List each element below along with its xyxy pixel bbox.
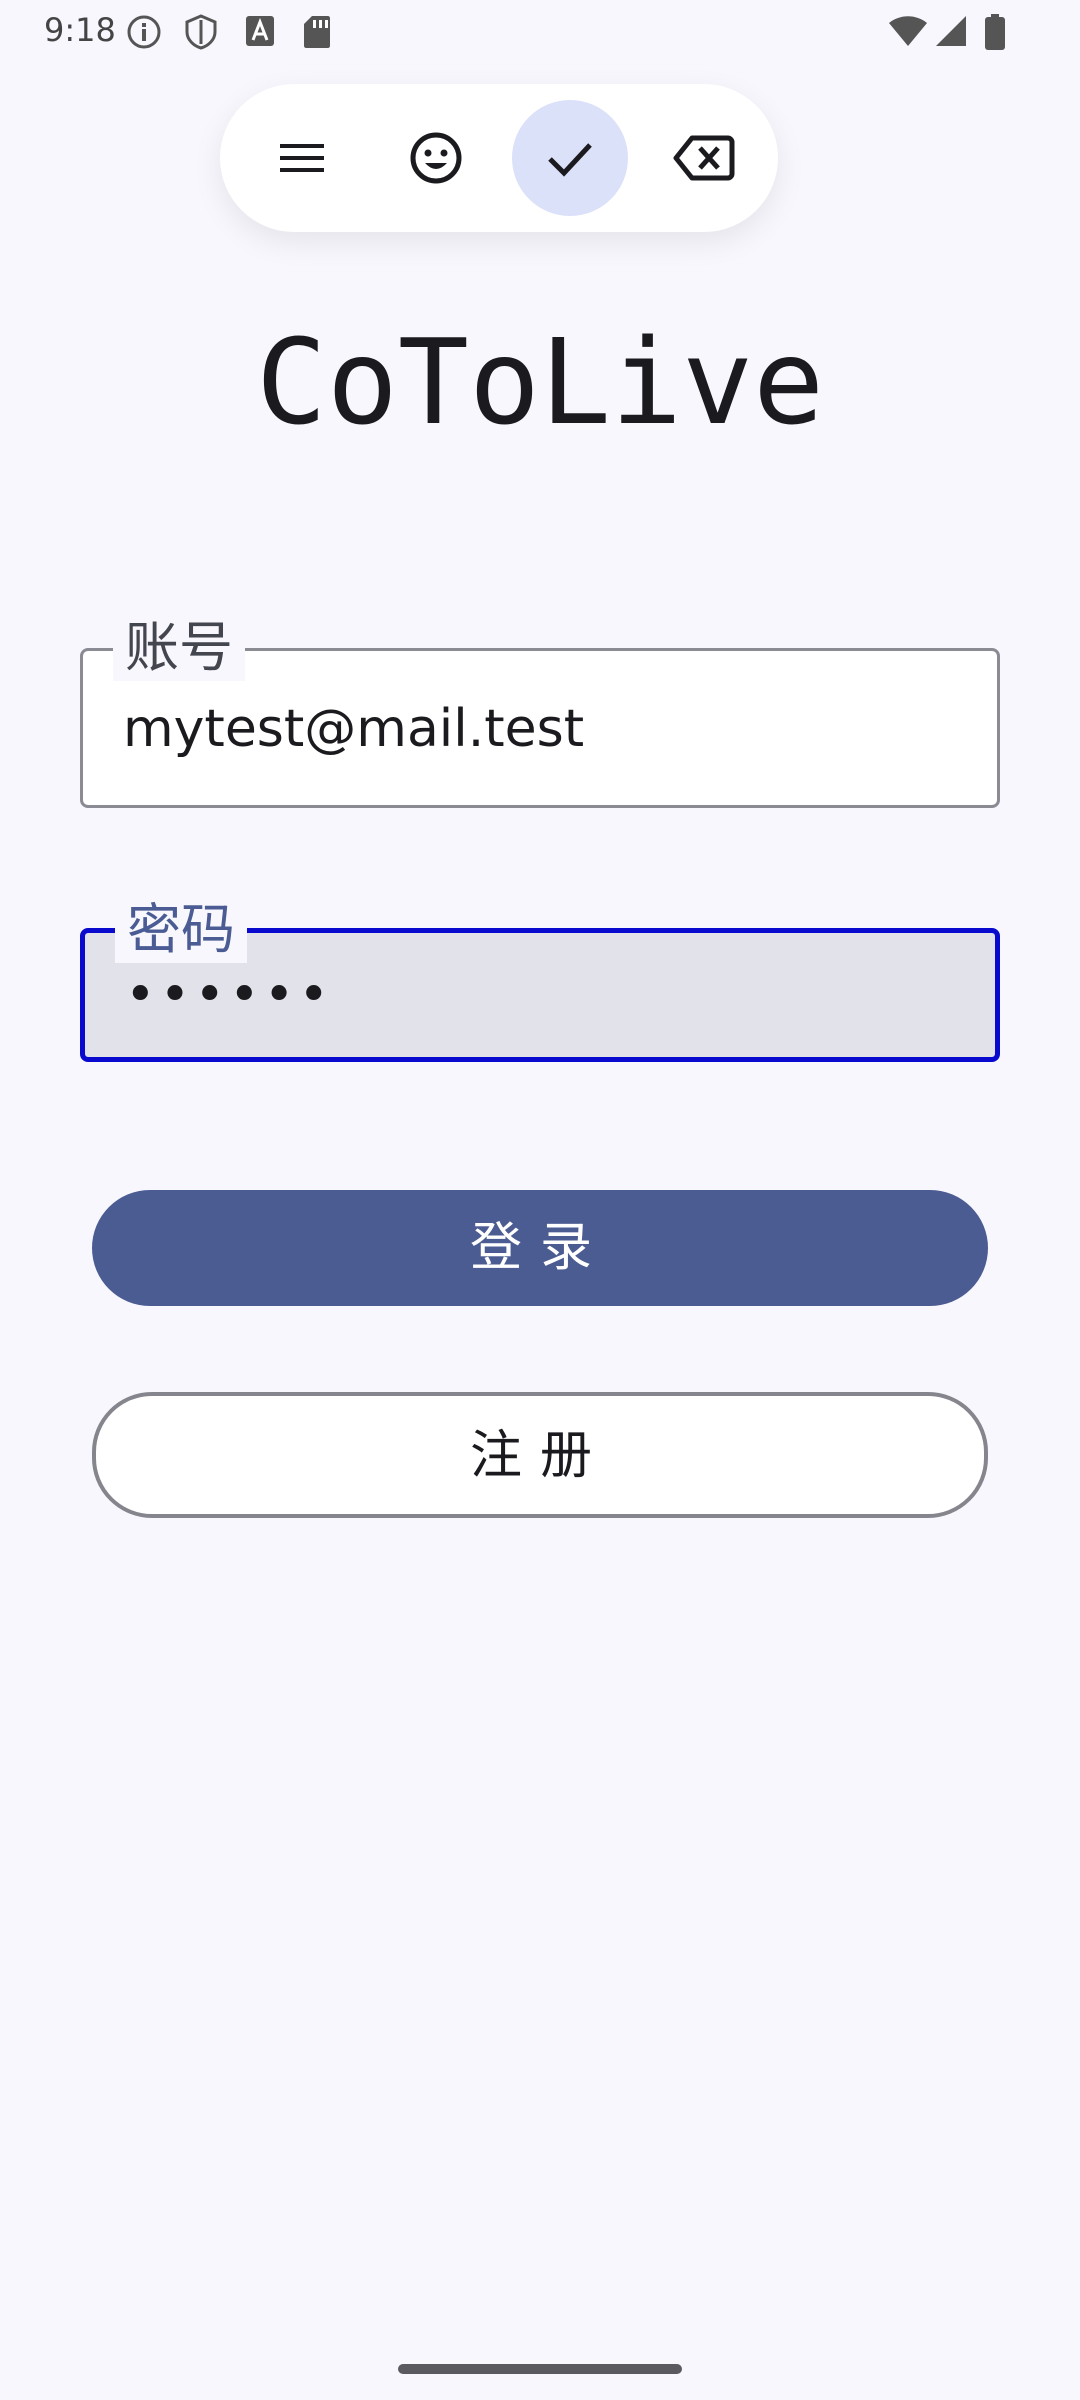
account-field[interactable]: 账号 mytest@mail.test: [80, 615, 1000, 808]
battery-icon: [984, 14, 1006, 54]
password-field[interactable]: 密码 ••••••: [80, 897, 1000, 1062]
status-time: 9:18: [44, 11, 116, 49]
sd-card-icon: [302, 14, 332, 54]
menu-button[interactable]: [244, 100, 360, 216]
shield-icon: [184, 14, 218, 54]
password-input-value[interactable]: ••••••: [125, 963, 333, 1027]
wifi-icon: [888, 14, 928, 52]
account-input-value[interactable]: mytest@mail.test: [123, 697, 584, 761]
confirm-button[interactable]: [512, 100, 628, 216]
home-indicator[interactable]: [398, 2364, 682, 2374]
info-icon: [126, 14, 162, 54]
font-a-icon: [244, 14, 276, 52]
app-title: CoToLive: [255, 313, 825, 451]
password-label: 密码: [115, 897, 247, 963]
register-button[interactable]: 注册: [92, 1392, 988, 1518]
backspace-button[interactable]: [644, 100, 760, 216]
text-selection-toolbar: [220, 84, 778, 232]
signal-icon: [934, 14, 968, 52]
emoji-button[interactable]: [378, 100, 494, 216]
login-button[interactable]: 登录: [92, 1190, 988, 1306]
account-label: 账号: [113, 615, 245, 681]
status-bar: 9:18: [0, 0, 1080, 64]
